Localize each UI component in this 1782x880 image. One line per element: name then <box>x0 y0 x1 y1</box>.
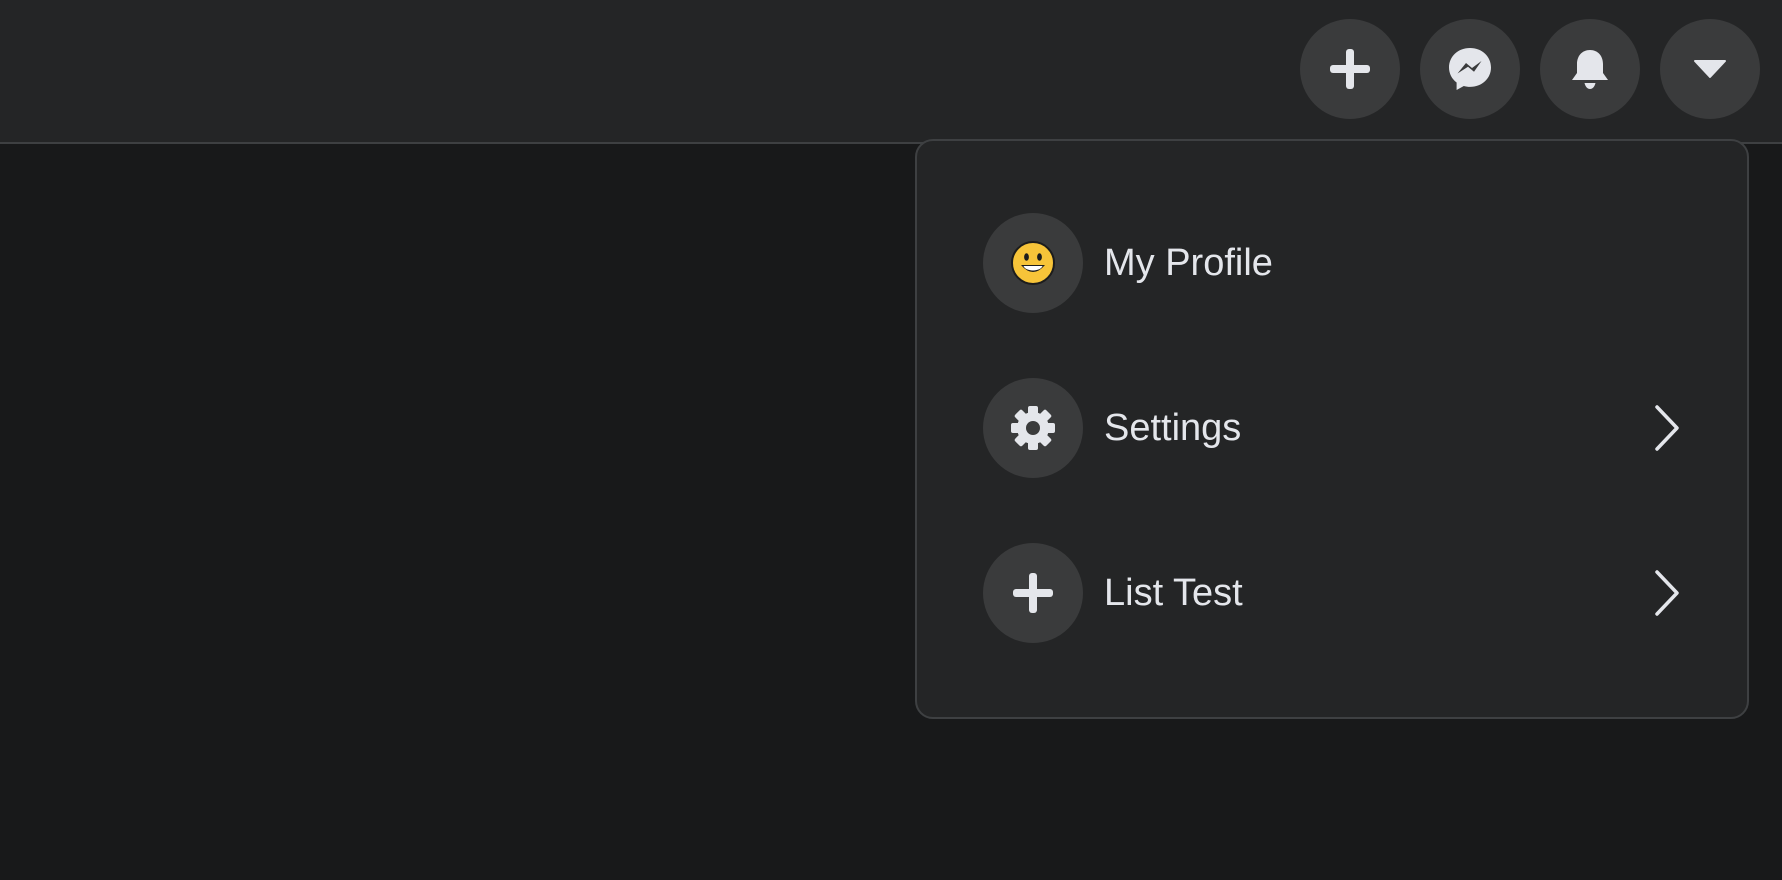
create-button[interactable] <box>1300 19 1400 119</box>
top-navigation-bar <box>0 0 1782 144</box>
menu-item-settings[interactable]: Settings <box>983 378 1681 478</box>
smiley-face-icon <box>1011 241 1055 285</box>
plus-icon <box>1013 573 1053 613</box>
nav-actions <box>1300 19 1760 119</box>
menu-item-label: My Profile <box>1104 242 1273 284</box>
menu-icon-wrapper <box>983 213 1083 313</box>
notifications-button[interactable] <box>1540 19 1640 119</box>
gear-icon <box>1011 406 1055 450</box>
menu-icon-wrapper <box>983 378 1083 478</box>
messenger-button[interactable] <box>1420 19 1520 119</box>
chevron-right-icon <box>1653 404 1681 452</box>
messenger-icon <box>1449 48 1491 90</box>
menu-item-my-profile[interactable]: My Profile <box>983 213 1681 313</box>
account-menu-button[interactable] <box>1660 19 1760 119</box>
bell-icon <box>1572 50 1608 89</box>
menu-icon-wrapper <box>983 543 1083 643</box>
caret-down-icon <box>1694 60 1726 78</box>
menu-item-label: Settings <box>1104 407 1242 449</box>
menu-item-label: List Test <box>1104 572 1243 614</box>
account-dropdown-menu: My Profile Settings List Test <box>915 139 1749 719</box>
chevron-right-icon <box>1653 569 1681 617</box>
menu-item-list-test[interactable]: List Test <box>983 543 1681 643</box>
plus-icon <box>1330 49 1370 89</box>
